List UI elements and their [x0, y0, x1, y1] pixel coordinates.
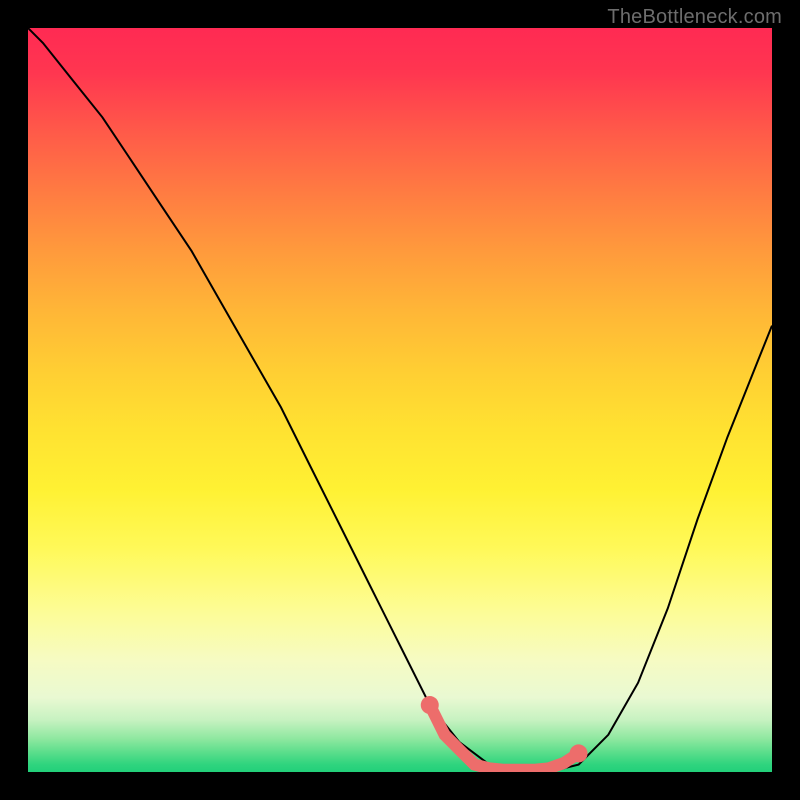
plot-area: [28, 28, 772, 772]
chart-stage: TheBottleneck.com: [0, 0, 800, 800]
curve-layer: [28, 28, 772, 772]
bottleneck-curve: [28, 28, 772, 772]
highlight-segment: [430, 705, 579, 770]
watermark-text: TheBottleneck.com: [607, 6, 782, 29]
marker-dot-right: [570, 744, 588, 762]
marker-layer: [28, 28, 772, 772]
marker-dot-left: [421, 696, 439, 714]
